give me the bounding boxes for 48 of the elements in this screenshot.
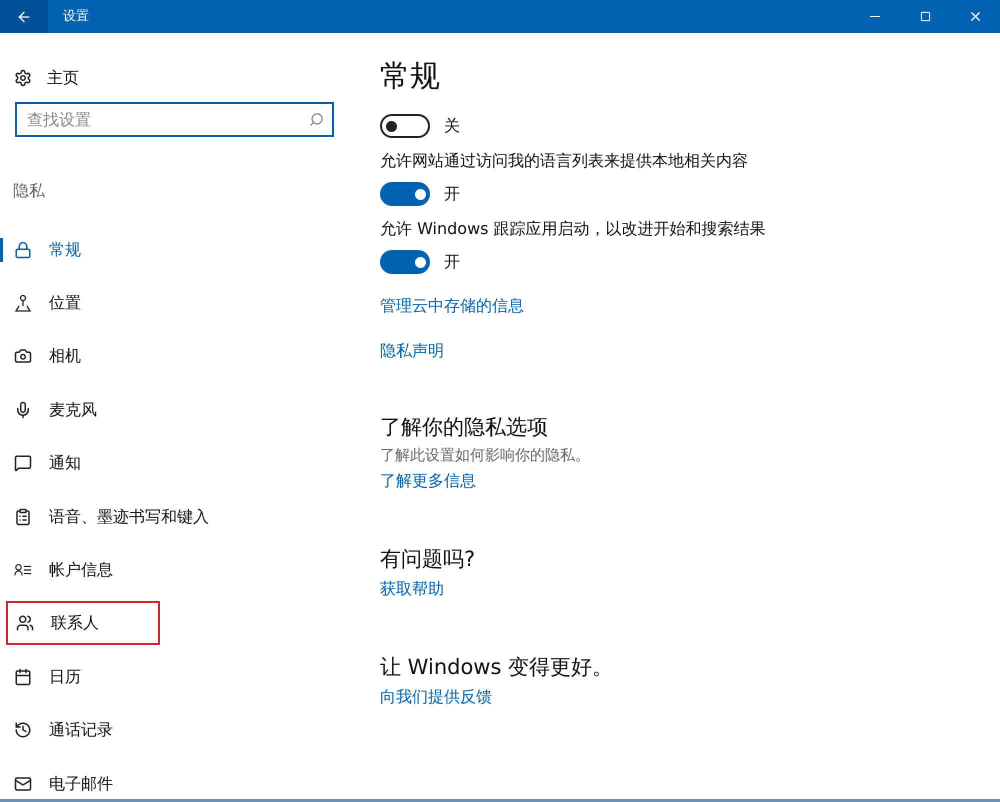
search-field[interactable]: 查找设置 xyxy=(15,102,334,137)
calendar-icon xyxy=(14,668,32,686)
camera-icon xyxy=(14,347,32,366)
mic-icon xyxy=(14,400,32,419)
toggle-state: 开 xyxy=(444,251,460,273)
nav-item[interactable]: 通话记录 xyxy=(6,708,133,752)
link[interactable]: 管理云中存储的信息 xyxy=(380,295,524,317)
lock-icon xyxy=(14,240,32,259)
link[interactable]: 获取帮助 xyxy=(380,578,444,600)
nav-item[interactable]: 电子邮件 xyxy=(6,762,133,799)
section-label: 隐私 xyxy=(13,180,46,202)
nav-item[interactable]: 麦克风 xyxy=(6,388,117,432)
search-icon xyxy=(309,112,324,127)
contacts-icon xyxy=(16,614,34,632)
nav-item[interactable]: 常规 xyxy=(6,228,101,272)
toggle-state: 开 xyxy=(444,183,460,205)
toggle-switch[interactable] xyxy=(380,182,430,206)
home-item[interactable]: 主页 xyxy=(14,67,350,89)
toggle-switch[interactable] xyxy=(380,250,430,274)
nav-item[interactable]: 联系人 xyxy=(6,601,160,646)
back-button[interactable] xyxy=(0,0,48,33)
section-description: 了解此设置如何影响你的隐私。 xyxy=(380,445,591,466)
nav-item[interactable]: 帐户信息 xyxy=(6,548,133,592)
nav-item[interactable]: 相机 xyxy=(6,334,101,378)
nav-item[interactable]: 通知 xyxy=(6,441,101,486)
message-icon xyxy=(14,454,32,472)
nav-item[interactable]: 日历 xyxy=(6,654,101,699)
link[interactable]: 了解更多信息 xyxy=(380,470,476,492)
setting-label: 允许 Windows 跟踪应用启动，以改进开始和搜索结果 xyxy=(380,218,767,240)
nav-item[interactable]: 语音、墨迹书写和键入 xyxy=(6,494,229,539)
settings-icon xyxy=(14,69,32,87)
link[interactable]: 向我们提供反馈 xyxy=(380,686,492,708)
nav-item[interactable]: 位置 xyxy=(6,281,101,326)
maximize-icon xyxy=(920,11,930,22)
location-icon xyxy=(14,294,32,312)
section-heading: 让 Windows 变得更好。 xyxy=(380,654,614,681)
toggle-state: 关 xyxy=(444,115,460,137)
minimize-icon xyxy=(870,16,880,17)
window-title: 设置 xyxy=(63,8,89,26)
link[interactable]: 隐私声明 xyxy=(380,340,444,362)
mail-icon xyxy=(14,774,32,793)
history-icon xyxy=(14,721,32,740)
clipboard-icon xyxy=(14,508,32,526)
page-title: 常规 xyxy=(380,58,441,96)
toggle-switch[interactable] xyxy=(380,114,430,138)
setting-label: 允许网站通过访问我的语言列表来提供本地相关内容 xyxy=(380,150,749,172)
section-heading: 有问题吗? xyxy=(380,546,476,573)
section-heading: 了解你的隐私选项 xyxy=(380,414,549,441)
